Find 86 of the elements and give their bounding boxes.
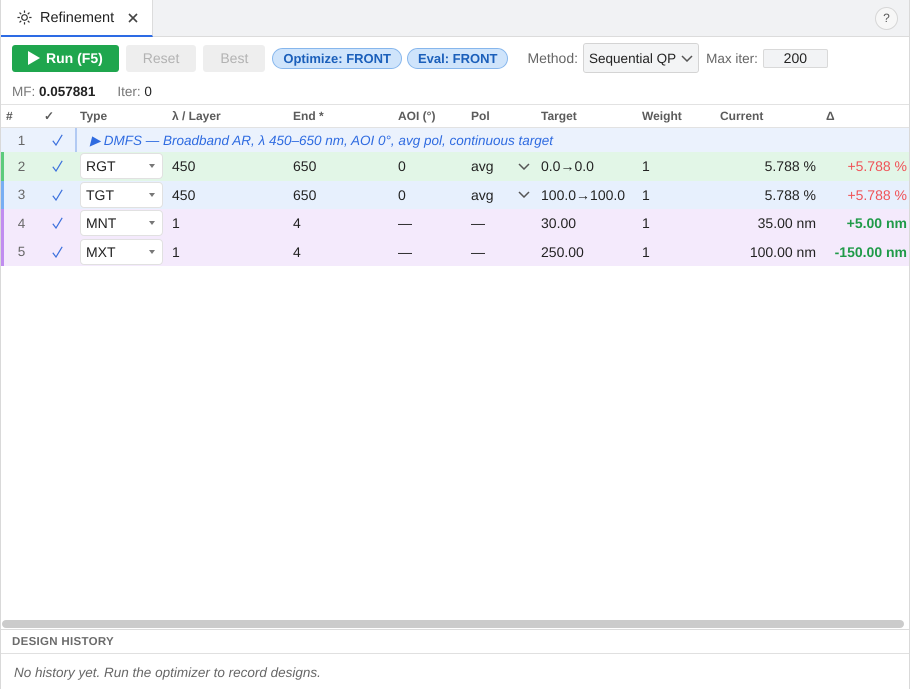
- table-cell-text: 35.00 nm: [756, 215, 817, 232]
- history-empty-text: No history yet. Run the optimizer to record designs.: [14, 665, 321, 680]
- table-cell-text: 1: [641, 186, 651, 203]
- table-cell-text: 1: [171, 215, 181, 232]
- type-select[interactable]: RGT: [80, 153, 163, 180]
- table-cell-text: —: [397, 244, 413, 260]
- column-header: Target: [540, 109, 578, 123]
- history-title: DESIGN HISTORY: [12, 636, 114, 648]
- method-label: Method:: [527, 50, 578, 66]
- check-icon[interactable]: [52, 246, 62, 258]
- pol-select[interactable]: avg: [466, 180, 536, 209]
- mode-badge: Optimize: FRONT: [272, 48, 402, 68]
- row-number: 4: [16, 216, 26, 231]
- table-cell-text: 650: [292, 186, 318, 203]
- caret-icon: [149, 221, 155, 226]
- table-cell-text: 100.0→100.0: [540, 186, 626, 203]
- table-cell-text: 0: [397, 158, 407, 174]
- row-number: 1: [16, 132, 26, 148]
- table-cell-text: —: [397, 215, 413, 232]
- column-header: #: [5, 109, 14, 123]
- column-header: Current: [719, 109, 764, 123]
- type-select[interactable]: TGT: [80, 182, 163, 208]
- column-header: Weight: [641, 109, 683, 123]
- row-number: 5: [16, 244, 26, 260]
- stat-readout: MF: 0.057881: [12, 84, 96, 98]
- check-icon[interactable]: [52, 217, 62, 230]
- play-icon: [28, 51, 40, 65]
- column-header: AOI (°): [397, 109, 436, 123]
- type-select[interactable]: MXT: [80, 238, 163, 265]
- type-select[interactable]: MNT: [80, 210, 163, 236]
- check-icon[interactable]: [52, 160, 62, 172]
- table-row[interactable]: 4 MNT 1 4 — — 30.00 1 35.00 nm +5.00 nm: [1, 209, 909, 238]
- delta-cell-text: -150.00 nm: [834, 244, 908, 260]
- sun-icon: [17, 10, 32, 25]
- table-cell-text: —: [470, 215, 486, 232]
- delta-cell-text: +5.788 %: [846, 158, 908, 174]
- row-number: 2: [16, 158, 26, 174]
- caret-icon: [149, 250, 155, 254]
- check-icon[interactable]: [52, 188, 62, 201]
- table-cell-text: 5.788 %: [764, 186, 817, 203]
- max-iter-field[interactable]: 200: [762, 48, 828, 68]
- group-row[interactable]: 1 ▶ DMFS — Broadband AR, λ 450–650 nm, AOI 0°, avg pol, continuous target: [1, 128, 909, 152]
- pol-select[interactable]: avg: [466, 152, 536, 180]
- chevron-down-icon: [681, 54, 694, 62]
- table-cell-text: 1: [641, 244, 651, 260]
- table-cell-text: 4: [292, 215, 302, 232]
- table-cell-text: 100.00 nm: [748, 244, 817, 260]
- chevron-down-icon: [518, 191, 530, 198]
- column-header: End *: [292, 109, 325, 123]
- table-cell-text: 450: [171, 186, 196, 203]
- table-cell-text: 1: [171, 244, 181, 260]
- tab[interactable]: Refinement: [1, 0, 154, 37]
- table-row[interactable]: 3 TGT 450 650 0 avg 100.0→100.0 1 5.788 % +5.788 %: [1, 180, 909, 209]
- help-button[interactable]: ?: [875, 6, 898, 30]
- table-cell-text: 5.788 %: [764, 158, 817, 174]
- table-cell-text: 1: [641, 158, 651, 174]
- check-icon[interactable]: [52, 134, 62, 146]
- table-cell-text: 0: [397, 186, 407, 203]
- column-header: Type: [79, 109, 108, 123]
- stat-readout: Iter: 0: [117, 84, 152, 98]
- table-cell-text: 650: [292, 158, 318, 174]
- column-header: Pol: [470, 109, 491, 123]
- table-row[interactable]: 2 RGT 450 650 0 avg 0.0→0.0 1 5.788 % +5.788 %: [1, 152, 909, 180]
- table-cell-text: 4: [292, 244, 302, 260]
- group-title: ▶ DMFS — Broadband AR, λ 450–650 nm, AOI 0°, avg pol, continuous target: [90, 132, 554, 148]
- table-cell-text: 1: [641, 215, 651, 232]
- table-cell-text: 30.00: [540, 215, 578, 232]
- table-cell-text: —: [470, 244, 486, 260]
- method-select[interactable]: Sequential QP: [583, 43, 700, 73]
- caret-icon: [149, 192, 155, 197]
- table-cell-text: 0.0→0.0: [540, 158, 595, 174]
- column-header: ✓: [43, 109, 55, 123]
- caret-icon: [149, 164, 155, 168]
- table-row[interactable]: 5 MXT 1 4 — — 250.00 1 100.00 nm -150.00 nm: [1, 238, 909, 266]
- column-header: Δ: [825, 109, 836, 123]
- max-iter-label: Max iter:: [706, 50, 758, 66]
- column-header: λ / Layer: [171, 109, 222, 123]
- mode-badge: Eval: FRONT: [406, 48, 508, 68]
- delta-cell-text: +5.788 %: [846, 186, 908, 203]
- table-cell-text: 450: [171, 158, 196, 174]
- table-cell-text: 250.00: [540, 244, 585, 260]
- horizontal-scrollbar[interactable]: [2, 620, 904, 628]
- delta-cell-text: +5.00 nm: [846, 215, 908, 232]
- close-icon[interactable]: [128, 12, 138, 22]
- chevron-down-icon: [518, 162, 530, 170]
- row-number: 3: [16, 187, 26, 202]
